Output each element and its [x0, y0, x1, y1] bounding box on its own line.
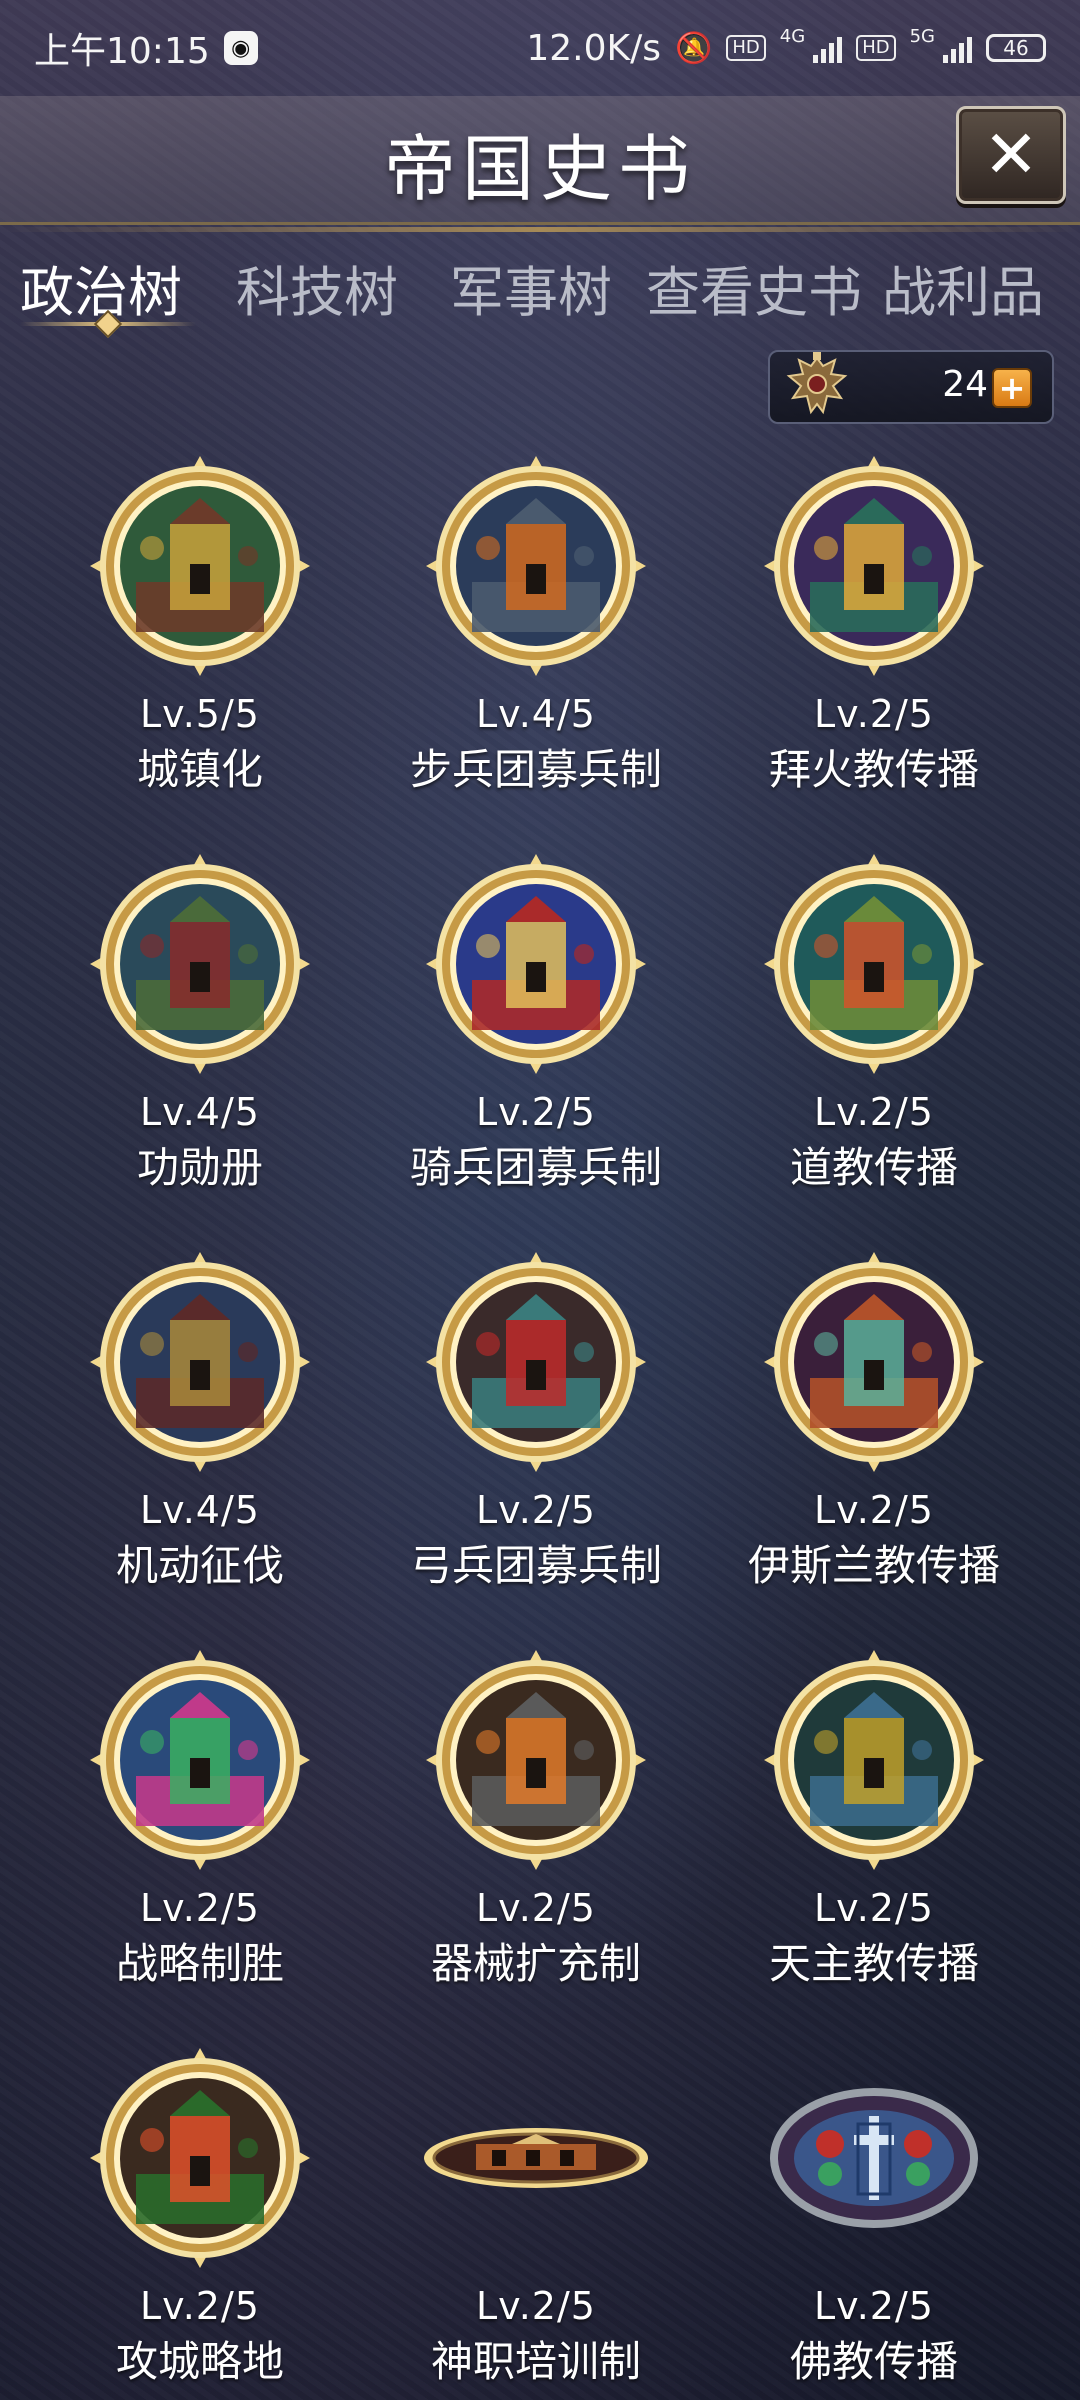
- policy-name: 攻城略地: [115, 2337, 284, 2386]
- status-right: 12.0K/s 🔕 HD 4G HD 5G 46: [526, 25, 1046, 69]
- battery-icon: 46: [986, 34, 1046, 62]
- marching-army-icon: [86, 1248, 314, 1476]
- page-title: 帝国史书: [383, 127, 696, 211]
- siege-battle-icon: [86, 2044, 314, 2272]
- policy-node[interactable]: Lv.2/5 骑兵团募兵制: [386, 850, 686, 1192]
- hd-badge-2: HD: [856, 35, 896, 61]
- plus-icon[interactable]: +: [992, 368, 1032, 408]
- double-eagle-emblem-icon: [780, 348, 854, 426]
- policy-node[interactable]: Lv.4/5 机动征伐: [50, 1248, 350, 1590]
- policy-level: Lv.5/5: [140, 692, 260, 736]
- status-bar: 上午10:15 ◉ 12.0K/s 🔕 HD 4G HD 5G 46: [0, 0, 1080, 96]
- archer-icon: [422, 1248, 650, 1476]
- policy-level: Lv.4/5: [476, 692, 596, 736]
- policy-level: Lv.2/5: [140, 1886, 260, 1930]
- currency-panel: 24 +: [768, 350, 1054, 424]
- hero-statue-icon: [86, 850, 314, 1078]
- policy-level: Lv.2/5: [140, 2284, 260, 2328]
- policy-level: Lv.4/5: [140, 1488, 260, 1532]
- clergy-building-icon: [422, 2044, 650, 2272]
- policy-name: 弓兵团募兵制: [409, 1541, 662, 1590]
- policy-node[interactable]: Lv.2/5 弓兵团募兵制: [386, 1248, 686, 1590]
- status-left: 上午10:15 ◉: [34, 22, 258, 74]
- policy-level: Lv.2/5: [476, 1488, 596, 1532]
- policy-level: Lv.4/5: [140, 1090, 260, 1134]
- policy-level: Lv.2/5: [476, 2284, 596, 2328]
- policy-name: 拜火教传播: [768, 745, 979, 794]
- policy-name: 功勋册: [136, 1143, 263, 1192]
- policy-level: Lv.2/5: [476, 1886, 596, 1930]
- policy-node[interactable]: Lv.4/5 步兵团募兵制: [386, 452, 686, 794]
- infantry-icon: [422, 452, 650, 680]
- cavalry-icon: [422, 850, 650, 1078]
- signal-bars-icon: [943, 33, 972, 63]
- policy-name: 佛教传播: [789, 2337, 958, 2386]
- policy-name: 城镇化: [136, 745, 263, 794]
- policy-level: Lv.2/5: [814, 1090, 934, 1134]
- tab-bar: 政治树 科技树 军事树 查看史书 战利品: [0, 240, 1080, 340]
- active-tab-indicator: [20, 309, 196, 339]
- saint-statue-icon: [760, 1646, 988, 1874]
- policy-name: 机动征伐: [115, 1541, 284, 1590]
- policy-node[interactable]: Lv.2/5 拜火教传播: [724, 452, 1024, 794]
- policy-node[interactable]: Lv.2/5 佛教传播: [724, 2044, 1024, 2386]
- policy-level: Lv.2/5: [814, 1488, 934, 1532]
- tab-trophies[interactable]: 战利品: [882, 248, 1044, 327]
- net-type-4g: 4G: [779, 25, 806, 47]
- policy-level: Lv.2/5: [476, 1090, 596, 1134]
- title-bar: 帝国史书 ✕: [0, 96, 1080, 232]
- tab-technology[interactable]: 科技树: [236, 248, 398, 327]
- siege-engine-icon: [422, 1646, 650, 1874]
- policy-level: Lv.2/5: [814, 1886, 934, 1930]
- currency-value: 24: [942, 364, 988, 405]
- stained-glass-cross-icon: [760, 2044, 988, 2272]
- tab-military[interactable]: 军事树: [450, 248, 612, 327]
- mosque-icon: [760, 1248, 988, 1476]
- town-icon: [86, 452, 314, 680]
- policy-node[interactable]: Lv.2/5 天主教传播: [724, 1646, 1024, 1988]
- policy-name: 骑兵团募兵制: [409, 1143, 662, 1192]
- policy-node[interactable]: Lv.2/5 战略制胜: [50, 1646, 350, 1988]
- fire-temple-icon: [760, 452, 988, 680]
- policy-name: 道教传播: [789, 1143, 958, 1192]
- close-button[interactable]: ✕: [956, 106, 1066, 204]
- policy-node[interactable]: Lv.5/5 城镇化: [50, 452, 350, 794]
- policy-level: Lv.2/5: [814, 692, 934, 736]
- policy-level: Lv.2/5: [814, 2284, 934, 2328]
- policy-name: 步兵团募兵制: [409, 745, 662, 794]
- tab-history-book[interactable]: 查看史书: [646, 248, 862, 327]
- policy-node[interactable]: Lv.4/5 功勋册: [50, 850, 350, 1192]
- policy-name: 天主教传播: [768, 1939, 979, 1988]
- policy-node[interactable]: Lv.2/5 道教传播: [724, 850, 1024, 1192]
- policy-name: 伊斯兰教传播: [747, 1541, 1000, 1590]
- close-icon: ✕: [983, 116, 1039, 193]
- policy-name: 神职培训制: [430, 2337, 641, 2386]
- net-type-5g: 5G: [909, 25, 935, 47]
- knight-charge-icon: [86, 1646, 314, 1874]
- policy-node[interactable]: Lv.2/5 攻城略地: [50, 2044, 350, 2386]
- policy-node[interactable]: Lv.2/5 伊斯兰教传播: [724, 1248, 1024, 1590]
- qq-notification-icon: ◉: [223, 31, 258, 65]
- clock: 上午10:15: [34, 31, 210, 72]
- policy-name: 器械扩充制: [430, 1939, 641, 1988]
- net-speed: 12.0K/s: [526, 27, 662, 69]
- policy-name: 战略制胜: [115, 1939, 284, 1988]
- signal-bars-icon: [813, 33, 843, 63]
- mute-bell-icon: 🔕: [675, 30, 713, 66]
- hd-badge-1: HD: [726, 35, 766, 61]
- policy-node[interactable]: Lv.2/5 神职培训制: [386, 2044, 686, 2386]
- policy-node[interactable]: Lv.2/5 器械扩充制: [386, 1646, 686, 1988]
- taoist-shrine-icon: [760, 850, 988, 1078]
